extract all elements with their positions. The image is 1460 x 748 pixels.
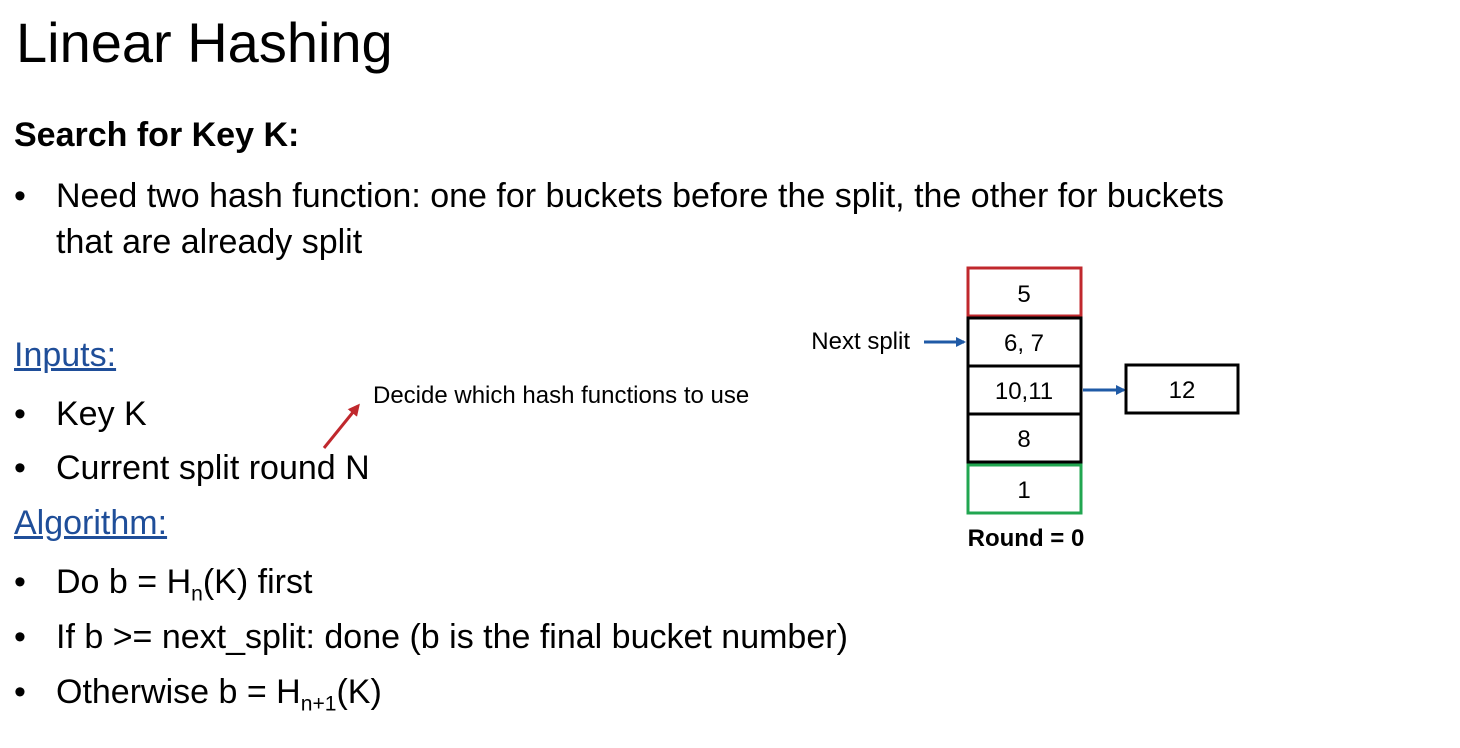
bucket-label: 5 xyxy=(1017,281,1030,308)
bucket-label: 1 xyxy=(1017,477,1030,504)
overflow-bucket-label: 12 xyxy=(1169,377,1196,404)
round-label: Round = 0 xyxy=(968,525,1085,552)
bucket-label: 6, 7 xyxy=(1004,330,1044,357)
bucket-label: 10,11 xyxy=(995,378,1053,405)
bucket-label: 8 xyxy=(1017,426,1030,453)
bucket-diagram: 5 6, 7 10,11 8 1 12 Next split Round = 0 xyxy=(322,266,1240,552)
next-split-label: Next split xyxy=(811,328,910,355)
annotation-arrow xyxy=(322,403,360,449)
